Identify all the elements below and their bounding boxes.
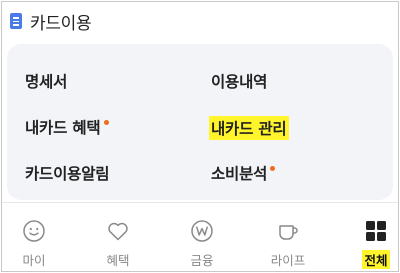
new-badge-dot [103, 119, 109, 125]
page-header: 카드이용 [2, 2, 398, 40]
menu-item-card-notifications[interactable]: 카드이용알림 [25, 162, 110, 184]
menu-item-card-benefits[interactable]: 내카드 혜택 [25, 116, 109, 138]
menu-item-label: 카드이용알림 [25, 165, 110, 183]
nav-label: 전체 [362, 250, 390, 269]
menu-item-label: 내카드 관리 [209, 116, 289, 140]
nav-label: 마이 [22, 253, 46, 268]
nav-item-my[interactable]: 마이 [4, 203, 64, 271]
nav-label: 라이프 [270, 253, 306, 268]
menu-item-usage-history[interactable]: 이용내역 [211, 70, 267, 92]
menu-item-card-management[interactable]: 내카드 관리 [209, 116, 289, 140]
cup-icon [275, 218, 301, 244]
document-icon [10, 13, 22, 29]
menu-item-label: 소비분석 [211, 165, 268, 183]
menu-item-label: 명세서 [25, 73, 68, 91]
nav-item-finance[interactable]: 금융 [172, 203, 232, 271]
menu-item-label: 이용내역 [211, 73, 268, 91]
app-frame: 카드이용 명세서 이용내역 내카드 혜택 내카드 관리 카드이용알림 소비분석 [1, 1, 399, 272]
menu-item-statement[interactable]: 명세서 [25, 70, 67, 92]
card-usage-menu: 명세서 이용내역 내카드 혜택 내카드 관리 카드이용알림 소비분석 [7, 44, 393, 200]
menu-item-label: 내카드 혜택 [25, 119, 101, 137]
smiley-icon [21, 218, 47, 244]
bottom-nav: 마이 혜택 금융 라이프 전체 [2, 202, 398, 271]
nav-label: 혜택 [106, 253, 130, 268]
nav-label: 금융 [190, 253, 214, 268]
menu-item-spending-analysis[interactable]: 소비분석 [211, 162, 276, 184]
page-title: 카드이용 [30, 13, 92, 34]
nav-item-benefits[interactable]: 혜택 [88, 203, 148, 271]
grid-icon [363, 218, 389, 244]
nav-item-all[interactable]: 전체 [346, 203, 398, 271]
nav-item-life[interactable]: 라이프 [258, 203, 318, 271]
won-coin-icon [189, 218, 215, 244]
heart-icon [105, 218, 131, 244]
new-badge-dot [270, 165, 276, 171]
